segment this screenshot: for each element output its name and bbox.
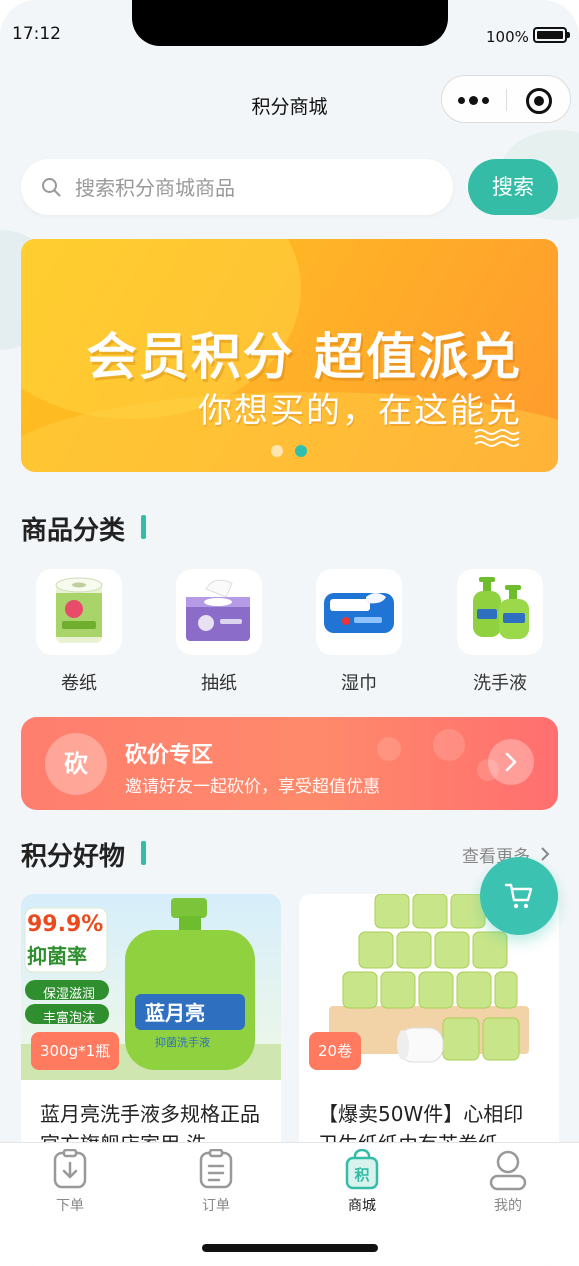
- search-icon: [42, 178, 61, 197]
- close-miniprogram-icon[interactable]: [526, 88, 552, 114]
- camera-notch: [132, 0, 448, 46]
- phone-screen: 17:12 100% 积分商城 搜索 会员积分 超值派兑 你想买的，在这能兑: [0, 0, 579, 1266]
- shopping-cart-icon: [504, 883, 533, 909]
- tab-label: 订单: [202, 1198, 230, 1214]
- more-options-icon[interactable]: [458, 96, 489, 105]
- category-facial-tissue[interactable]: 抽纸: [174, 569, 264, 695]
- tab-orders[interactable]: 订单: [171, 1149, 261, 1215]
- bargain-title: 砍价专区: [125, 743, 214, 768]
- carousel-indicator[interactable]: [271, 445, 307, 457]
- tab-profile[interactable]: 我的: [463, 1149, 553, 1215]
- category-hand-soap[interactable]: 洗手液: [455, 569, 545, 695]
- bargain-zone-card[interactable]: 砍 砍价专区 邀请好友一起砍价，享受超值优惠: [21, 717, 558, 810]
- wet-wipes-icon: [316, 569, 402, 655]
- chevron-right-icon[interactable]: [540, 846, 550, 862]
- image-text: 丰富泡沫: [43, 1011, 96, 1026]
- decoration: [433, 729, 465, 761]
- download-icon: [53, 1149, 87, 1189]
- image-text: 99.9%: [27, 912, 104, 937]
- carousel-dot-active[interactable]: [295, 445, 307, 457]
- tissue-box-icon: [176, 569, 262, 655]
- category-section-title: 商品分类: [21, 516, 126, 546]
- title-accent-bar: [141, 841, 146, 865]
- category-wet-wipes[interactable]: 湿巾: [314, 569, 404, 695]
- category-label: 卷纸: [61, 673, 97, 694]
- image-text: 保湿滋润: [43, 987, 96, 1002]
- banner-title: 会员积分 超值派兑: [86, 328, 522, 386]
- toilet-roll-icon: [36, 569, 122, 655]
- tab-order[interactable]: 下单: [25, 1149, 115, 1215]
- bargain-badge: 砍: [45, 733, 107, 795]
- chevron-right-icon[interactable]: [488, 739, 534, 785]
- product-spec-tag: 20卷: [309, 1032, 362, 1070]
- bargain-subtitle: 邀请好友一起砍价，享受超值优惠: [125, 777, 380, 797]
- points-bag-icon: 积: [344, 1149, 380, 1191]
- user-icon: [489, 1150, 527, 1191]
- tab-label: 我的: [494, 1198, 522, 1214]
- decoration: [377, 737, 401, 761]
- divider: [506, 89, 507, 111]
- tab-icon-glyph: 积: [354, 1166, 370, 1184]
- search-input[interactable]: [75, 174, 435, 202]
- cart-button[interactable]: [480, 857, 558, 935]
- battery-percent: 100%: [486, 28, 529, 46]
- image-text: 抑菌率: [27, 944, 87, 968]
- tab-label: 下单: [56, 1198, 84, 1214]
- home-indicator: [202, 1244, 378, 1252]
- carousel-dot[interactable]: [271, 445, 283, 457]
- category-label: 湿巾: [341, 673, 377, 694]
- product-image: 99.9% 抑菌率 保湿滋润 丰富泡沫 蓝月亮 抑菌洗手液 300g*1瓶: [21, 894, 281, 1080]
- search-button[interactable]: 搜索: [468, 159, 558, 215]
- tab-label: 商城: [348, 1198, 376, 1214]
- miniprogram-capsule: [441, 75, 571, 123]
- category-label: 抽纸: [201, 673, 237, 694]
- search-bar: [21, 159, 453, 215]
- wave-icon: [474, 429, 520, 447]
- hand-soap-icon: [457, 569, 543, 655]
- category-toilet-paper[interactable]: 卷纸: [34, 569, 124, 695]
- status-time: 17:12: [12, 24, 61, 44]
- goods-section-title: 积分好物: [21, 842, 126, 872]
- product-spec-tag: 300g*1瓶: [31, 1032, 120, 1070]
- promo-banner[interactable]: 会员积分 超值派兑 你想买的，在这能兑: [21, 239, 558, 472]
- battery-icon: [533, 27, 570, 43]
- banner-subtitle: 你想买的，在这能兑: [198, 391, 522, 431]
- image-text: 抑菌洗手液: [155, 1036, 210, 1049]
- clipboard-icon: [199, 1149, 233, 1189]
- category-label: 洗手液: [473, 673, 527, 694]
- title-accent-bar: [141, 515, 146, 539]
- image-text: 蓝月亮: [145, 1001, 205, 1025]
- tab-mall[interactable]: 积 商城: [317, 1149, 407, 1215]
